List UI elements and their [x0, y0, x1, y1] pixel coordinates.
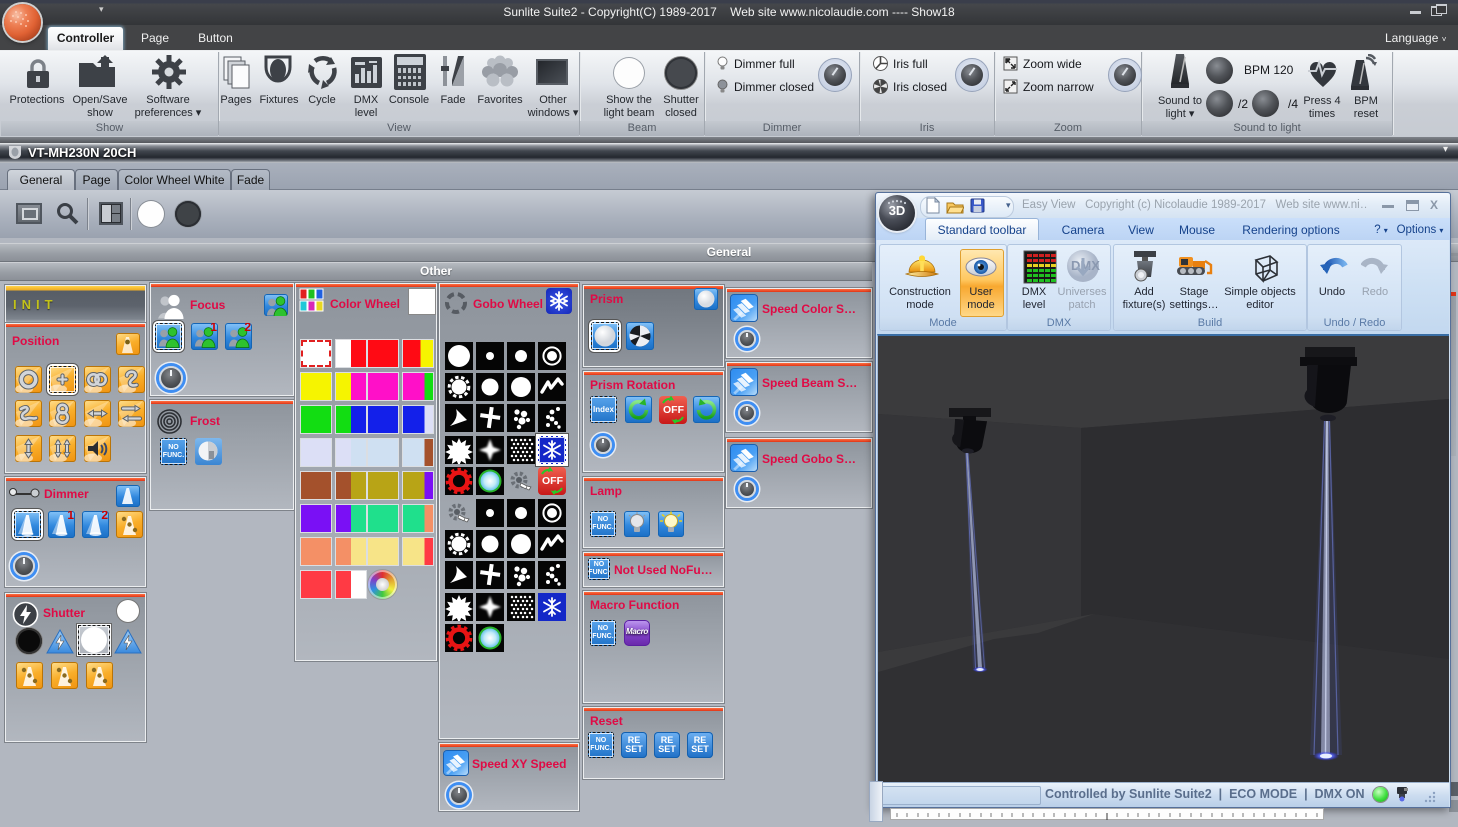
svg-text:OFF: OFF — [542, 475, 564, 487]
svg-text:OFF: OFF — [663, 404, 685, 416]
